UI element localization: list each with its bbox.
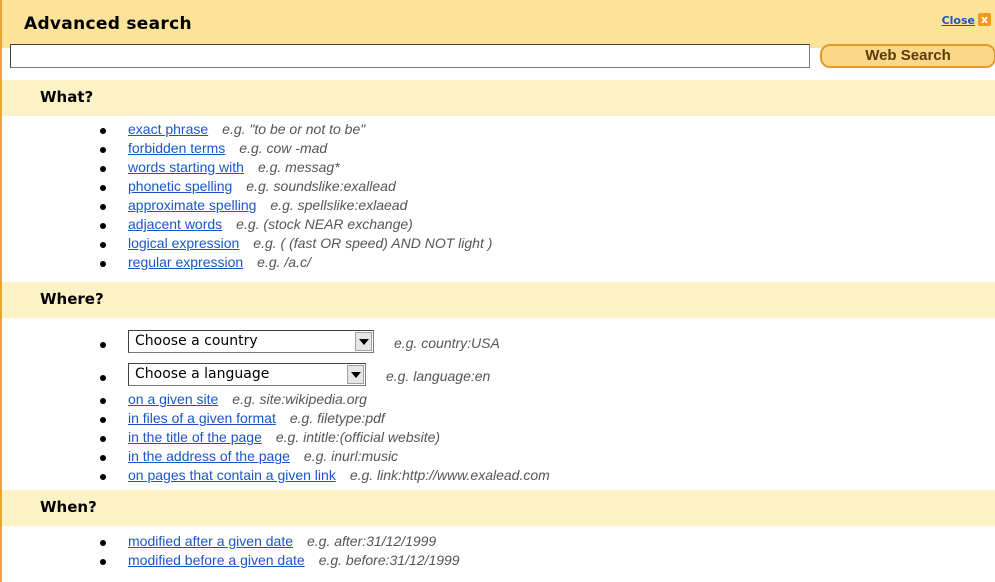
words-starting-with-link[interactable]: words starting with	[128, 159, 244, 175]
item-example: e.g. country:USA	[394, 335, 500, 351]
list-item: approximate spelling e.g. spellslike:exla…	[100, 196, 492, 215]
section-title-when: When?	[40, 498, 97, 516]
adjacent-words-link[interactable]: adjacent words	[128, 216, 222, 232]
approximate-spelling-link[interactable]: approximate spelling	[128, 197, 256, 213]
what-list: exact phrase e.g. "to be or not to be" fo…	[100, 120, 492, 272]
item-example: e.g. filetype:pdf	[289, 410, 385, 426]
chevron-down-icon[interactable]	[355, 331, 372, 351]
list-item: in the title of the page e.g. intitle:(of…	[100, 428, 550, 447]
list-item: on a given site e.g. site:wikipedia.org	[100, 390, 550, 409]
list-item: Choose a language e.g. language:en	[100, 357, 550, 390]
country-select-value: Choose a country	[135, 332, 258, 349]
item-example: e.g. cow -mad	[239, 140, 328, 156]
contain-given-link-link[interactable]: on pages that contain a given link	[128, 467, 336, 483]
section-header-what: What?	[2, 80, 995, 116]
item-example: e.g. messag*	[257, 159, 340, 175]
list-item: modified after a given date e.g. after:31…	[100, 532, 460, 551]
list-item: Choose a country e.g. country:USA	[100, 324, 550, 357]
regular-expression-link[interactable]: regular expression	[128, 254, 243, 270]
files-given-format-link[interactable]: in files of a given format	[128, 410, 276, 426]
item-example: e.g. intitle:(official website)	[275, 429, 441, 445]
item-example: e.g. soundslike:exallead	[246, 178, 396, 194]
list-item: on pages that contain a given link e.g. l…	[100, 466, 550, 485]
list-item: forbidden terms e.g. cow -mad	[100, 139, 492, 158]
list-item: exact phrase e.g. "to be or not to be"	[100, 120, 492, 139]
list-item: words starting with e.g. messag*	[100, 158, 492, 177]
panel-title: Advanced search	[24, 14, 192, 34]
item-example: e.g. after:31/12/1999	[307, 533, 437, 549]
language-select[interactable]: Choose a language	[128, 362, 366, 386]
item-example: e.g. link:http://www.exalead.com	[349, 467, 550, 483]
advanced-search-panel: Advanced search Close x Web Search What?…	[0, 0, 995, 582]
item-example: e.g. /a.c/	[257, 254, 311, 270]
section-title-where: Where?	[40, 290, 104, 308]
item-example: e.g. (stock NEAR exchange)	[236, 216, 413, 232]
close-icon[interactable]: x	[978, 13, 991, 26]
item-example: e.g. inurl:music	[303, 448, 399, 464]
forbidden-terms-link[interactable]: forbidden terms	[128, 140, 225, 156]
chevron-down-icon[interactable]	[347, 364, 364, 384]
list-item: in the address of the page e.g. inurl:mus…	[100, 447, 550, 466]
title-of-page-link[interactable]: in the title of the page	[128, 429, 262, 445]
list-item: regular expression e.g. /a.c/	[100, 253, 492, 272]
item-example: e.g. site:wikipedia.org	[232, 391, 367, 407]
logical-expression-link[interactable]: logical expression	[128, 235, 239, 251]
item-example: e.g. before:31/12/1999	[318, 552, 460, 568]
language-select-value: Choose a language	[135, 365, 270, 382]
list-item: adjacent words e.g. (stock NEAR exchange)	[100, 215, 492, 234]
item-example: e.g. spellslike:exlaead	[270, 197, 408, 213]
close-link[interactable]: Close	[942, 14, 975, 27]
section-header-when: When?	[2, 490, 995, 526]
exact-phrase-link[interactable]: exact phrase	[128, 121, 208, 137]
web-search-button[interactable]: Web Search	[820, 44, 995, 68]
title-bar: Advanced search Close x	[2, 0, 995, 48]
item-example: e.g. "to be or not to be"	[222, 121, 366, 137]
search-input[interactable]	[10, 44, 810, 68]
when-list: modified after a given date e.g. after:31…	[100, 532, 460, 570]
list-item: logical expression e.g. ( (fast OR speed)…	[100, 234, 492, 253]
modified-after-link[interactable]: modified after a given date	[128, 533, 293, 549]
item-example: e.g. language:en	[386, 368, 491, 384]
list-item: phonetic spelling e.g. soundslike:exallea…	[100, 177, 492, 196]
section-header-where: Where?	[2, 282, 995, 318]
where-list: Choose a country e.g. country:USA Choose…	[100, 324, 550, 485]
on-given-site-link[interactable]: on a given site	[128, 391, 218, 407]
section-title-what: What?	[40, 88, 94, 106]
list-item: modified before a given date e.g. before:…	[100, 551, 460, 570]
modified-before-link[interactable]: modified before a given date	[128, 552, 305, 568]
address-of-page-link[interactable]: in the address of the page	[128, 448, 290, 464]
country-select[interactable]: Choose a country	[128, 329, 374, 353]
list-item: in files of a given format e.g. filetype:…	[100, 409, 550, 428]
item-example: e.g. ( (fast OR speed) AND NOT light )	[253, 235, 493, 251]
phonetic-spelling-link[interactable]: phonetic spelling	[128, 178, 232, 194]
